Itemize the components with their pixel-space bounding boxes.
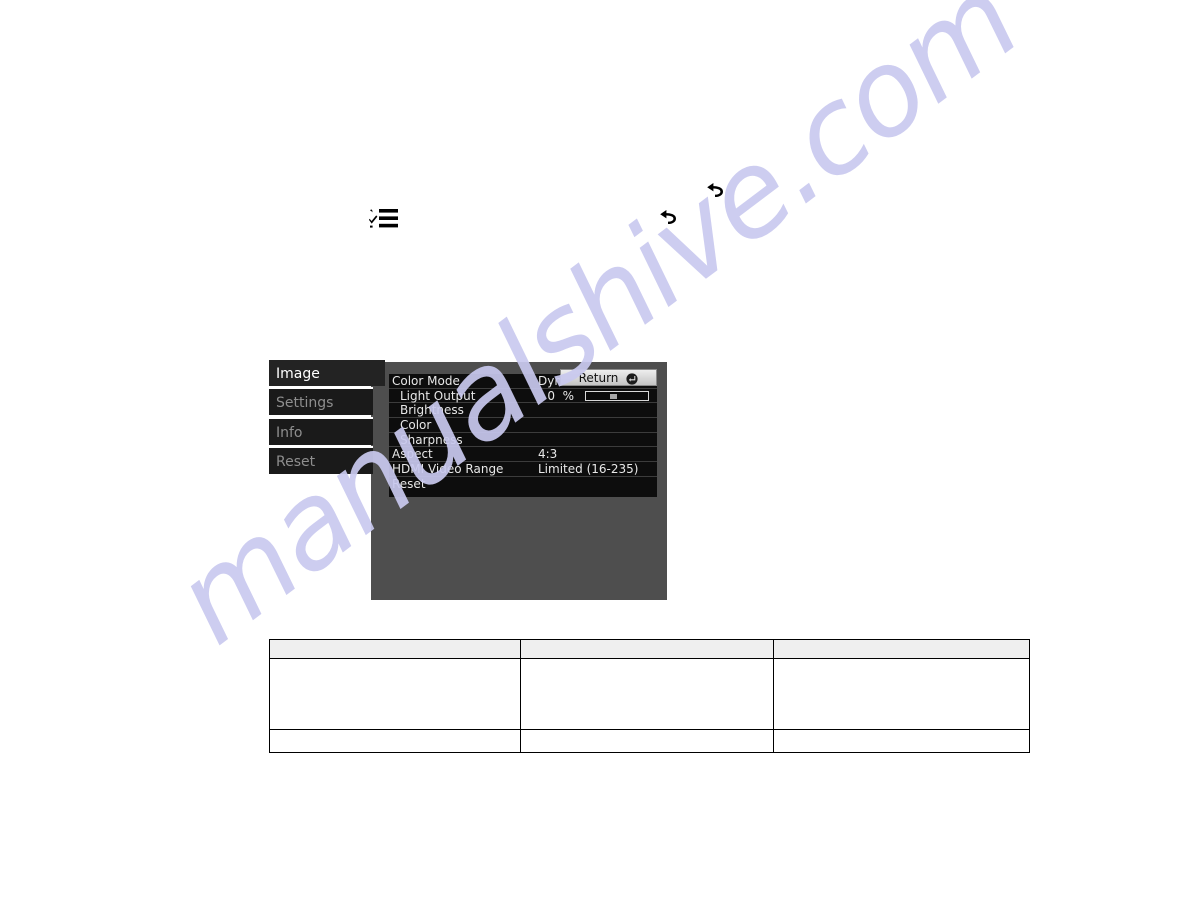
osd-row-brightness-label: Brightness — [400, 403, 464, 418]
return-button-label: Return — [578, 370, 619, 385]
osd-row-brightness[interactable]: Brightness — [389, 403, 657, 419]
table-row — [269, 729, 1030, 753]
osd-row-hdmi-video-range[interactable]: HDMI Video Range Limited (16-235) — [389, 462, 657, 477]
projector-osd-menu: Image Settings Info Reset Return Color M… — [269, 358, 667, 600]
osd-row-reset-label: Reset — [392, 477, 426, 492]
osd-row-aspect[interactable]: Aspect 4:3 — [389, 447, 657, 463]
osd-tab-reset[interactable]: Reset — [269, 446, 373, 474]
osd-row-light-output[interactable]: Light Output 0 % — [389, 389, 657, 404]
table-cell — [520, 658, 774, 730]
table-cell — [269, 658, 521, 730]
enter-circle-icon — [626, 372, 639, 385]
osd-row-color-label: Color — [400, 417, 432, 432]
osd-menu-list: Color Mode Dynamic Light Output 0 % Brig… — [389, 374, 657, 497]
table-header-cell-2 — [520, 639, 774, 659]
back-arrow-icon-lower — [657, 207, 681, 231]
light-output-slider[interactable] — [585, 390, 649, 401]
osd-tab-settings[interactable]: Settings — [269, 387, 373, 415]
table-header-row — [269, 639, 1030, 659]
table-cell — [269, 729, 521, 753]
osd-tab-info[interactable]: Info — [269, 417, 373, 445]
table-cell — [520, 729, 774, 753]
osd-tab-reset-label: Reset — [276, 454, 316, 470]
table-cell — [773, 658, 1030, 730]
osd-row-aspect-value: 4:3 — [538, 447, 558, 462]
osd-row-hdmi-video-range-value: Limited (16-235) — [538, 461, 639, 476]
osd-row-light-output-value: 0 % — [547, 388, 574, 403]
osd-row-hdmi-video-range-label: HDMI Video Range — [392, 461, 504, 476]
osd-row-light-output-label: Light Output — [400, 388, 476, 403]
spec-table — [269, 639, 1030, 753]
menu-checklist-icon — [369, 208, 399, 230]
osd-tab-column: Image Settings Info Reset — [269, 358, 385, 482]
osd-tab-settings-label: Settings — [276, 395, 334, 411]
osd-row-reset[interactable]: Reset — [389, 477, 657, 492]
table-cell — [773, 729, 1030, 753]
table-row — [269, 658, 1030, 730]
osd-tab-image[interactable]: Image — [269, 358, 385, 386]
return-button[interactable]: Return — [560, 369, 657, 386]
osd-row-sharpness[interactable]: Sharpness — [389, 433, 657, 448]
table-header-cell-3 — [773, 639, 1030, 659]
osd-row-color[interactable]: Color — [389, 418, 657, 433]
table-header-cell-1 — [269, 639, 521, 659]
osd-row-sharpness-label: Sharpness — [400, 432, 463, 447]
osd-row-aspect-label: Aspect — [392, 447, 433, 462]
osd-tab-image-label: Image — [276, 366, 320, 382]
osd-tab-info-label: Info — [276, 425, 303, 441]
light-output-slider-knob[interactable] — [610, 393, 617, 399]
back-arrow-icon-upper — [704, 180, 728, 204]
osd-row-color-mode-label: Color Mode — [392, 373, 460, 388]
